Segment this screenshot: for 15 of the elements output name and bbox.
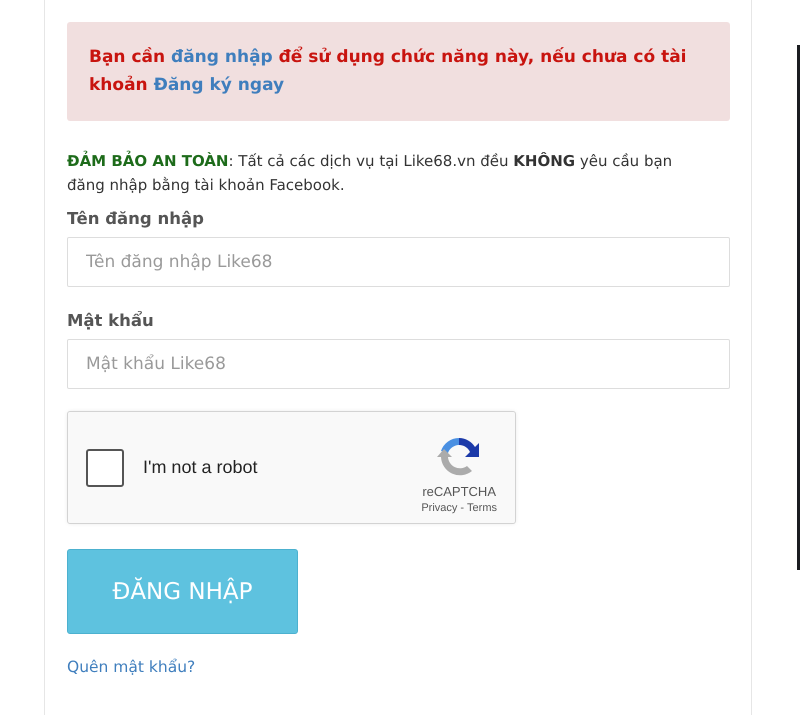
field-label: Tên đăng nhập xyxy=(67,209,204,228)
terms-link[interactable]: Terms xyxy=(467,502,497,514)
alert-link[interactable]: Đăng ký ngay xyxy=(154,75,284,95)
recaptcha-brand: reCAPTCHA xyxy=(422,484,496,498)
alert-link[interactable]: đăng nhập xyxy=(171,47,273,67)
security-notice: ĐẢM BẢO AN TOÀN: Tất cả các dịch vụ tại Like68.vn đều KHÔNG yêu cầu bạn đăng nhập bằng tài khoản Facebook. xyxy=(67,150,674,196)
alert-message: Bạn cần đăng nhập để sử dụng chức năng này, nếu chưa có tài khoản Đăng ký ngay xyxy=(67,22,730,121)
forgot-password-link[interactable]: Quên mật khẩu? xyxy=(67,658,196,676)
field-label: Mật khẩu xyxy=(67,311,154,330)
password-field[interactable]: Mật khẩu Like68 xyxy=(67,339,730,389)
username-field[interactable]: Tên đăng nhập Like68 xyxy=(67,237,730,287)
captcha-checkbox[interactable] xyxy=(86,448,124,486)
privacy-link[interactable]: Privacy xyxy=(421,502,458,514)
captcha-label: I'm not a robot xyxy=(143,457,258,478)
link-separator: - xyxy=(460,502,464,514)
